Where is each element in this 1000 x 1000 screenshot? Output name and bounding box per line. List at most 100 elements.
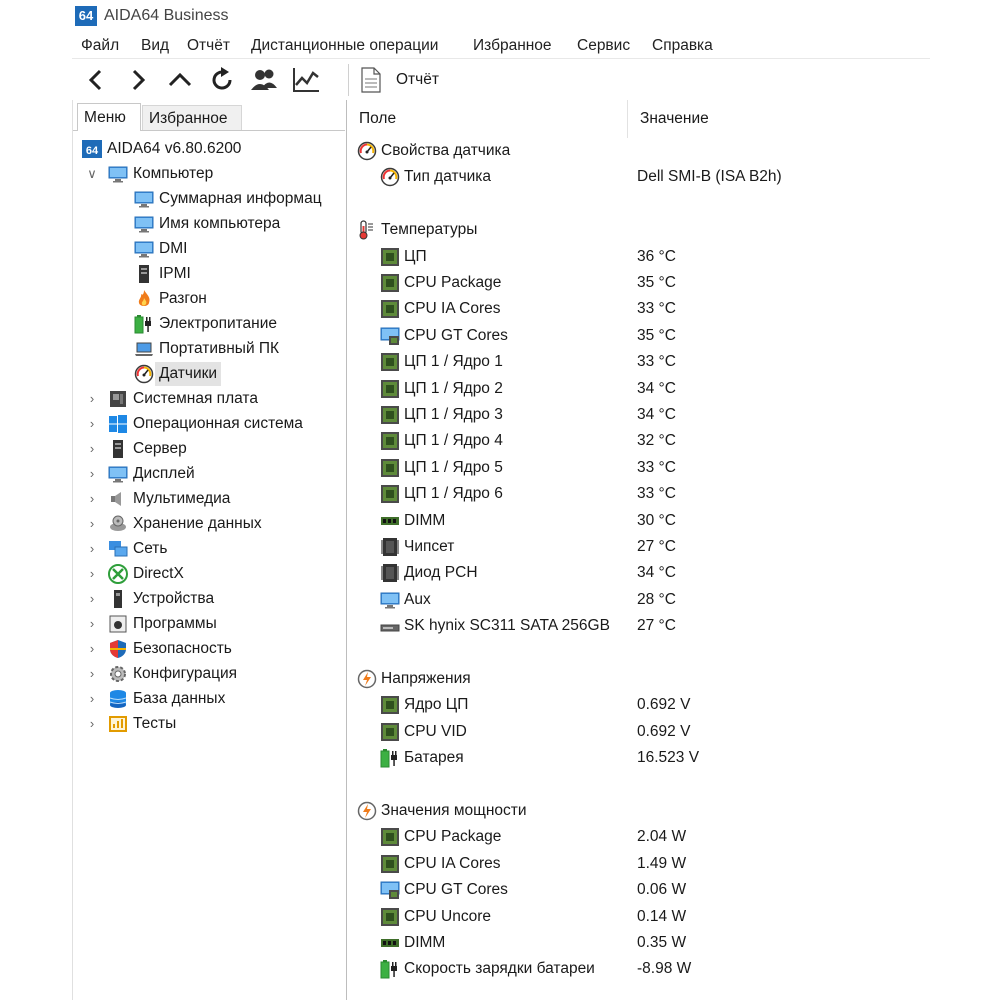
tree-item[interactable]: › Операционная система — [73, 412, 345, 436]
sensor-row[interactable]: ЦП 1 / Ядро 4 32 °C — [347, 428, 930, 454]
tree-item[interactable]: ∨ Компьютер — [73, 162, 345, 186]
chevron-right-icon[interactable]: › — [86, 537, 98, 561]
sensor-row[interactable]: Скорость зарядки батареи -8.98 W — [347, 956, 930, 982]
tab-menu[interactable]: Меню — [77, 103, 141, 131]
sensor-row[interactable]: ЦП 1 / Ядро 5 33 °C — [347, 455, 930, 481]
sensor-row[interactable]: Диод PCH 34 °C — [347, 560, 930, 586]
tree-item-label: Сервер — [133, 440, 187, 457]
tree-item-label: Разгон — [159, 290, 207, 307]
sensor-row[interactable]: Чипсет 27 °C — [347, 534, 930, 560]
menu-view[interactable]: Вид — [141, 37, 169, 55]
sensor-row[interactable]: CPU VID 0.692 V — [347, 719, 930, 745]
section-header[interactable]: Значения мощности — [347, 798, 930, 824]
sensor-row[interactable]: Ядро ЦП 0.692 V — [347, 692, 930, 718]
sensor-row[interactable]: ЦП 1 / Ядро 2 34 °C — [347, 376, 930, 402]
back-button[interactable] — [80, 63, 112, 97]
sensor-row[interactable]: CPU GT Cores 0.06 W — [347, 877, 930, 903]
sensor-row[interactable]: Батарея 16.523 V — [347, 745, 930, 771]
chevron-right-icon[interactable]: › — [86, 512, 98, 536]
chevron-right-icon[interactable]: › — [86, 712, 98, 736]
sensor-row[interactable]: CPU Package 2.04 W — [347, 824, 930, 850]
sensor-row[interactable]: CPU IA Cores 1.49 W — [347, 851, 930, 877]
up-button[interactable] — [164, 63, 196, 97]
tree-item[interactable]: › Системная плата — [73, 387, 345, 411]
menu-help[interactable]: Справка — [652, 37, 713, 55]
tree-item[interactable]: › Тесты — [73, 712, 345, 736]
sensor-row[interactable]: CPU Package 35 °C — [347, 270, 930, 296]
chevron-right-icon[interactable]: › — [86, 487, 98, 511]
menu-report[interactable]: Отчёт — [187, 37, 230, 55]
tree-item[interactable]: Суммарная информац — [73, 187, 345, 211]
refresh-button[interactable] — [206, 63, 238, 97]
sensor-row[interactable]: Тип датчика Dell SMI-B (ISA B2h) — [347, 164, 930, 190]
tree-item[interactable]: 64 AIDA64 v6.80.6200 — [73, 137, 345, 161]
sensor-row[interactable]: DIMM 30 °C — [347, 508, 930, 534]
tab-favorites[interactable]: Избранное — [142, 105, 242, 131]
chevron-down-icon[interactable]: ∨ — [86, 162, 98, 186]
chevron-right-icon[interactable]: › — [86, 562, 98, 586]
sensor-row[interactable]: ЦП 1 / Ядро 3 34 °C — [347, 402, 930, 428]
tree-item[interactable]: › Мультимедиа — [73, 487, 345, 511]
menu-favorites[interactable]: Избранное — [473, 37, 552, 55]
tree-item[interactable]: IPMI — [73, 262, 345, 286]
tree-item[interactable]: › Хранение данных — [73, 512, 345, 536]
sensor-row[interactable]: DIMM 0.35 W — [347, 930, 930, 956]
monitor-icon — [380, 590, 400, 610]
chevron-right-icon[interactable]: › — [86, 412, 98, 436]
sensor-row[interactable]: CPU GT Cores 35 °C — [347, 323, 930, 349]
tree-item[interactable]: › Безопасность — [73, 637, 345, 661]
users-button[interactable] — [248, 63, 280, 97]
chevron-right-icon[interactable]: › — [86, 387, 98, 411]
cpu-icon — [380, 854, 400, 874]
chevron-right-icon[interactable]: › — [86, 687, 98, 711]
sensor-row[interactable]: ЦП 1 / Ядро 1 33 °C — [347, 349, 930, 375]
tree-item[interactable]: Имя компьютера — [73, 212, 345, 236]
sensor-value: 27 °C — [637, 538, 676, 555]
chevron-right-icon[interactable]: › — [86, 462, 98, 486]
tree-item[interactable]: › База данных — [73, 687, 345, 711]
tree-item[interactable]: DMI — [73, 237, 345, 261]
forward-button[interactable] — [122, 63, 154, 97]
sensor-value: 28 °C — [637, 590, 676, 608]
menu-remote[interactable]: Дистанционные операции — [251, 37, 438, 55]
tree-item-label: AIDA64 v6.80.6200 — [107, 140, 242, 157]
tree-item[interactable]: Электропитание — [73, 312, 345, 336]
chevron-right-icon[interactable]: › — [86, 437, 98, 461]
sensor-row[interactable]: CPU IA Cores 33 °C — [347, 296, 930, 322]
tree-item[interactable]: › Программы — [73, 612, 345, 636]
tree-item[interactable]: › Сеть — [73, 537, 345, 561]
sensor-row[interactable]: ЦП 1 / Ядро 6 33 °C — [347, 481, 930, 507]
chevron-right-icon[interactable]: › — [86, 637, 98, 661]
tree-item[interactable]: › Устройства — [73, 587, 345, 611]
sensor-row[interactable]: Aux 28 °C — [347, 587, 930, 613]
tree-item[interactable]: › DirectX — [73, 562, 345, 586]
tree-item[interactable]: › Конфигурация — [73, 662, 345, 686]
chevron-right-icon[interactable]: › — [86, 612, 98, 636]
chevron-right-icon[interactable]: › — [86, 662, 98, 686]
column-header-field[interactable]: Поле — [347, 100, 628, 138]
tree-item[interactable]: › Сервер — [73, 437, 345, 461]
tree-item[interactable]: Портативный ПК — [73, 337, 345, 361]
sensor-value: 0.14 W — [637, 907, 687, 925]
chart-button[interactable] — [290, 63, 322, 97]
menu-file[interactable]: Файл — [81, 37, 119, 55]
tree-item[interactable]: Разгон — [73, 287, 345, 311]
tree-item[interactable]: › Дисплей — [73, 462, 345, 486]
section-header[interactable]: Температуры — [347, 217, 930, 243]
sensor-row[interactable]: ЦП 36 °C — [347, 244, 930, 270]
cpu-icon — [380, 247, 400, 267]
section-header[interactable]: Напряжения — [347, 666, 930, 692]
tree-item[interactable]: Датчики — [73, 362, 345, 386]
report-button[interactable]: Отчёт — [396, 71, 439, 89]
sensor-row[interactable]: CPU Uncore 0.14 W — [347, 904, 930, 930]
chevron-right-icon[interactable]: › — [86, 587, 98, 611]
menu-service[interactable]: Сервис — [577, 37, 630, 55]
sensor-row[interactable]: SK hynix SC311 SATA 256GB 27 °C — [347, 613, 930, 639]
storage-icon — [108, 514, 128, 534]
section-header[interactable]: Свойства датчика — [347, 138, 930, 164]
benchmark-icon — [108, 714, 128, 734]
sensor-value: 0.692 V — [637, 696, 691, 714]
column-header-value[interactable]: Значение — [628, 100, 930, 138]
voltage-icon — [357, 801, 377, 821]
sensor-label: Скорость зарядки батареи — [404, 960, 595, 978]
